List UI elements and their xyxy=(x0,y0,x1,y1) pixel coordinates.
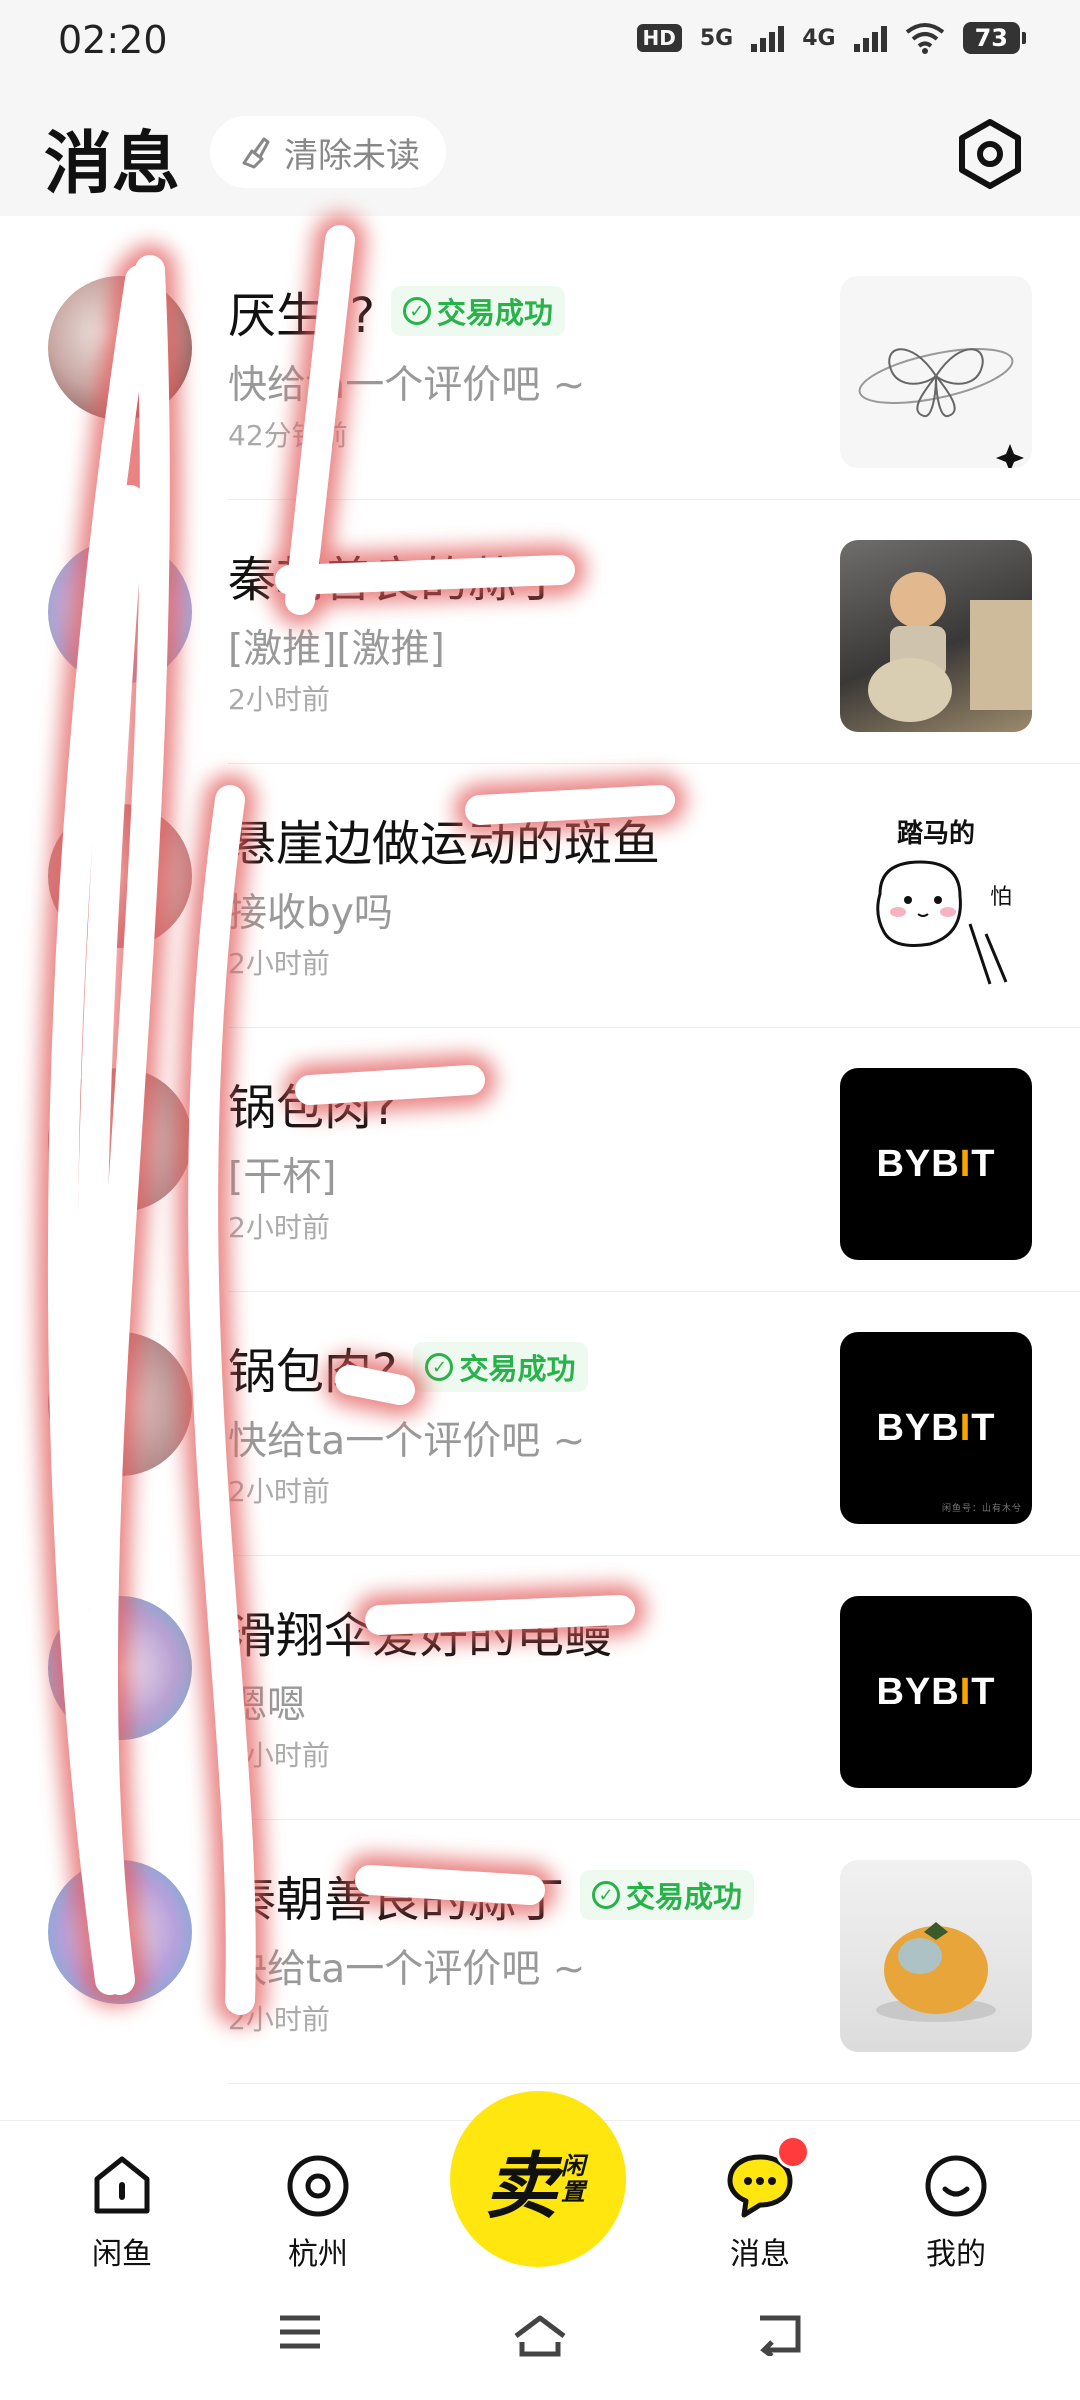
conversation-list: 厌生?? ✓ 交易成功 快给ta一个评价吧 ~ 42分钟前 秦朝善良的蒜丁 [激推… xyxy=(0,216,1080,2120)
conversation-time: 2小时前 xyxy=(228,1475,330,1508)
status-time: 02:20 xyxy=(58,18,168,62)
avatar xyxy=(48,540,192,684)
settings-icon[interactable] xyxy=(952,116,1028,192)
persimmon-thumbnail-icon xyxy=(876,1922,996,2022)
item-thumbnail[interactable]: 踏马的 怕 xyxy=(840,804,1032,996)
conversation-name: 悬崖边做运动的斑鱼 xyxy=(228,816,661,872)
conversation-preview: [激推][激推] xyxy=(228,627,445,672)
conversation-time: 2小时前 xyxy=(228,947,330,980)
item-thumbnail[interactable] xyxy=(840,540,1032,732)
avatar xyxy=(48,1068,192,1212)
conversation-name: 锅包肉? xyxy=(228,1080,398,1136)
bybit-thumbnail[interactable]: BYB I T xyxy=(840,1068,1032,1260)
check-icon: ✓ xyxy=(402,297,431,325)
conversation-name: 厌生?? ✓ 交易成功 xyxy=(228,276,565,346)
clear-unread-button[interactable]: 清除未读 xyxy=(210,116,446,188)
home-icon xyxy=(94,2156,150,2214)
sell-button[interactable]: 卖 闲置 xyxy=(450,2091,626,2267)
conversation-row[interactable]: 秦朝善良的蒜丁 [激推][激推] 2小时前 xyxy=(0,500,1080,764)
item-thumbnail[interactable] xyxy=(840,276,1032,468)
trade-success-badge: ✓ 交易成功 xyxy=(580,1870,755,1920)
sticker-small-text: 怕 xyxy=(990,885,1012,910)
network-5g-label: 5G xyxy=(699,25,734,51)
thumbnail-watermark: 闲鱼号：山有木兮 xyxy=(941,1503,1022,1513)
check-icon: ✓ xyxy=(425,1353,454,1381)
profile-smile-icon xyxy=(925,2155,987,2217)
conversation-row[interactable]: 悬崖边做运动的斑鱼 接收by吗 2小时前 踏马的 怕 xyxy=(0,764,1080,1028)
bybit-thumbnail[interactable]: BYB I T xyxy=(840,1596,1032,1788)
network-4g-label: 4G xyxy=(802,25,836,51)
conversation-name: 秦朝善良的蒜丁 ✓ 交易成功 xyxy=(228,1860,755,1930)
trade-success-badge: ✓ 交易成功 xyxy=(390,286,565,336)
menu-icon[interactable] xyxy=(276,2312,324,2352)
conversation-row[interactable]: 秦朝善良的蒜丁 ✓ 交易成功 快给ta一个评价吧 ~ 2小时前 xyxy=(0,1820,1080,2084)
avatar xyxy=(48,804,192,948)
baby-photo-thumbnail-icon xyxy=(868,572,1032,722)
unread-dot xyxy=(776,2135,810,2169)
broom-icon xyxy=(242,137,270,169)
conversation-preview: 接收by吗 xyxy=(228,891,393,936)
signal-5g-icon xyxy=(751,24,785,52)
tab-mine[interactable]: 我的 xyxy=(886,2151,1026,2273)
item-thumbnail[interactable] xyxy=(840,1860,1032,2052)
tab-city[interactable]: 杭州 xyxy=(248,2151,388,2273)
status-bar: 02:20 HD 5G 4G 73 xyxy=(0,0,1080,88)
hd-icon: HD xyxy=(636,24,682,52)
wifi-icon xyxy=(905,23,944,54)
battery-icon: 73 xyxy=(962,22,1027,54)
conversation-preview: 嗯嗯 xyxy=(228,1683,307,1728)
conversation-preview: [干杯] xyxy=(228,1155,337,1200)
conversation-preview: 快给ta一个评价吧 ~ xyxy=(228,1419,586,1464)
conversation-time: 2小时前 xyxy=(228,1739,330,1772)
avatar xyxy=(48,1596,192,1740)
tab-home-label: 闲鱼 xyxy=(92,2237,152,2272)
back-icon[interactable] xyxy=(754,2312,804,2356)
page-header: 消息 清除未读 xyxy=(0,88,1080,216)
page-title: 消息 xyxy=(44,125,181,204)
conversation-row[interactable]: 厌生?? ✓ 交易成功 快给ta一个评价吧 ~ 42分钟前 xyxy=(0,236,1080,500)
conversation-time: 2小时前 xyxy=(228,2003,330,2036)
tab-home[interactable]: 闲鱼 xyxy=(52,2151,192,2273)
avatar xyxy=(48,1860,192,2004)
trade-success-badge: ✓ 交易成功 xyxy=(413,1342,588,1392)
butterfly-thumbnail-icon xyxy=(858,348,1024,468)
conversation-time: 42分钟前 xyxy=(228,419,348,452)
tab-mine-label: 我的 xyxy=(926,2237,986,2272)
check-icon: ✓ xyxy=(592,1881,621,1909)
system-nav-bar xyxy=(0,2284,1080,2400)
conversation-time: 2小时前 xyxy=(228,1211,330,1244)
tab-city-label: 杭州 xyxy=(288,2237,348,2272)
bybit-thumbnail[interactable]: BYB I T 闲鱼号：山有木兮 xyxy=(840,1332,1032,1524)
sell-big-label: 卖 xyxy=(484,2143,557,2228)
signal-4g-icon xyxy=(853,24,887,52)
conversation-row[interactable]: 锅包肉? ✓ 交易成功 快给ta一个评价吧 ~ 2小时前 BYB I T 闲鱼号：山有… xyxy=(0,1292,1080,1556)
avatar xyxy=(48,1332,192,1476)
location-icon xyxy=(287,2155,349,2217)
home-nav-icon[interactable] xyxy=(510,2312,570,2360)
conversation-name: 滑翔伞爱好的电鳗 xyxy=(228,1608,613,1664)
tab-messages-label: 消息 xyxy=(730,2237,790,2272)
conversation-row[interactable]: 锅包肉? [干杯] 2小时前 BYB I T xyxy=(0,1028,1080,1292)
conversation-preview: 快给ta一个评价吧 ~ xyxy=(228,363,586,408)
conversation-name: 秦朝善良的蒜丁 xyxy=(228,552,565,608)
tab-messages[interactable]: 消息 xyxy=(690,2151,830,2273)
conversation-name: 锅包肉? ✓ 交易成功 xyxy=(228,1332,588,1402)
sticker-caption: 踏马的 xyxy=(897,818,975,849)
avatar xyxy=(48,276,192,420)
conversation-row[interactable]: 滑翔伞爱好的电鳗 嗯嗯 2小时前 BYB I T xyxy=(0,1556,1080,1820)
conversation-preview: 快给ta一个评价吧 ~ xyxy=(228,1947,586,1992)
status-icons: HD 5G 4G 73 xyxy=(636,22,1027,54)
sell-small-label: 闲置 xyxy=(561,2152,585,2206)
clear-unread-label: 清除未读 xyxy=(284,135,420,176)
conversation-time: 2小时前 xyxy=(228,683,330,716)
row-divider xyxy=(228,2083,1080,2084)
sticker-thumbnail-icon: 踏马的 怕 xyxy=(876,818,1012,985)
